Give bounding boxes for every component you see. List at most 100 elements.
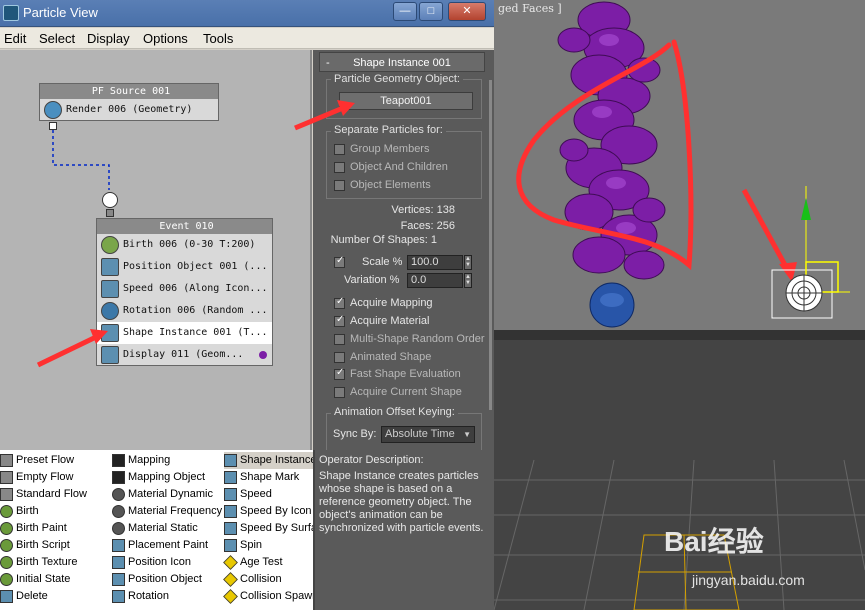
menu-options[interactable]: Options	[143, 31, 188, 46]
acquire-material-checkbox[interactable]	[334, 314, 345, 327]
annotation-arrow-viewport	[741, 188, 794, 278]
depot-item[interactable]: Position Icon	[112, 554, 222, 571]
operator-depot[interactable]: Preset Flow Empty Flow Standard Flow Bir…	[0, 450, 313, 610]
minimize-button[interactable]: —	[393, 2, 417, 21]
watermark-url: jingyan.baidu.com	[692, 572, 805, 588]
depot-item[interactable]: Birth Texture	[0, 554, 87, 571]
menu-tools[interactable]: Tools	[203, 31, 233, 46]
acquire-current-shape-checkbox[interactable]	[334, 387, 345, 398]
depot-item[interactable]: Empty Flow	[0, 469, 87, 486]
depot-item[interactable]: Birth	[0, 503, 87, 520]
flow-icon	[0, 453, 13, 467]
multi-shape-random-label: Multi-Shape Random Order	[350, 333, 485, 345]
parameters-panel: - Shape Instance 001 Particle Geometry O…	[294, 50, 494, 453]
speed-icon	[224, 487, 237, 501]
title-bar[interactable]: Particle View — □ ✕	[0, 0, 494, 27]
menu-select[interactable]: Select	[39, 31, 75, 46]
scale-checkbox[interactable]	[334, 255, 345, 268]
scale-spinner[interactable]: ▲ ▼	[464, 255, 472, 270]
fast-shape-evaluation-label: Fast Shape Evaluation	[350, 368, 461, 380]
depot-item[interactable]: Material Dynamic	[112, 486, 222, 503]
menu-edit[interactable]: Edit	[4, 31, 26, 46]
depot-item[interactable]: Birth Paint	[0, 520, 87, 537]
acquire-current-shape-label: Acquire Current Shape	[350, 386, 462, 398]
animated-shape-checkbox[interactable]	[334, 352, 345, 363]
birth-icon	[0, 538, 13, 552]
depot-item[interactable]: Material Frequency	[112, 503, 222, 520]
scale-label: Scale %	[362, 256, 403, 268]
depot-item[interactable]: Speed	[224, 486, 313, 503]
depot-item[interactable]: Age Test	[223, 554, 313, 571]
depot-item-selected[interactable]: Shape Instance	[224, 452, 313, 469]
object-and-children-checkbox[interactable]	[334, 162, 345, 173]
birth-icon	[0, 555, 13, 569]
shapes-stat: Number Of Shapes: 1	[330, 234, 437, 246]
placement-icon	[112, 538, 125, 552]
shape-icon	[224, 470, 237, 484]
pf-source-gizmo	[771, 186, 850, 319]
object-elements-label: Object Elements	[350, 179, 431, 191]
offset-group-label: Animation Offset Keying:	[331, 406, 458, 418]
scale-input[interactable]: 100.0	[407, 255, 463, 270]
depot-item[interactable]: Initial State	[0, 571, 87, 588]
viewport-scene	[516, 1, 850, 328]
depot-item[interactable]: Birth Script	[0, 537, 87, 554]
flow-graph[interactable]: PF Source 001 Render 006 (Geometry) Even…	[0, 50, 312, 450]
birth-icon	[0, 572, 13, 586]
window-title: Particle View	[23, 5, 98, 20]
flow-icon	[0, 487, 13, 501]
3d-viewport[interactable]: ged Faces ] Bai经验 jingyan.baidu.com	[494, 0, 865, 610]
depot-item[interactable]: Collision Spawn	[223, 588, 313, 605]
depot-item[interactable]: Shape Mark	[224, 469, 313, 486]
fast-shape-evaluation-checkbox[interactable]	[334, 367, 345, 380]
depot-item[interactable]: Material Static	[112, 520, 222, 537]
chevron-down-icon: ▼	[463, 430, 471, 439]
position-icon	[112, 555, 125, 569]
variation-input[interactable]: 0.0	[407, 273, 463, 288]
delete-icon	[0, 589, 13, 603]
sync-by-label: Sync By:	[333, 428, 377, 440]
app-icon	[3, 5, 19, 21]
menu-bar: Edit Select Display Options Tools	[0, 28, 494, 49]
params-scrollbar[interactable]	[489, 80, 492, 410]
perspective-grid	[494, 459, 865, 610]
menu-display[interactable]: Display	[87, 31, 130, 46]
position-icon	[112, 572, 125, 586]
depot-item[interactable]: Mapping	[112, 452, 222, 469]
animated-shape-label: Animated Shape	[350, 351, 432, 363]
depot-item[interactable]: Speed By Icon	[224, 503, 313, 520]
depot-item[interactable]: Speed By Surfa	[224, 520, 313, 537]
mapping-icon	[112, 470, 125, 484]
watermark-brand: Bai经验	[664, 526, 764, 557]
material-icon	[112, 487, 125, 501]
depot-item[interactable]: Standard Flow	[0, 486, 87, 503]
annotation-arrow-params	[294, 100, 355, 131]
viewport-perspective[interactable]	[494, 340, 865, 610]
viewport-divider	[494, 330, 865, 340]
depot-item[interactable]: Delete	[0, 588, 87, 605]
variation-spinner[interactable]: ▲ ▼	[464, 273, 472, 288]
depot-item[interactable]: Preset Flow	[0, 452, 87, 469]
particle-view-window: Particle View — □ ✕ Edit Select Display …	[0, 0, 494, 610]
shape-instance-icon	[224, 453, 237, 467]
close-button[interactable]: ✕	[448, 2, 486, 21]
test-icon	[223, 554, 238, 570]
acquire-material-label: Acquire Material	[350, 315, 430, 327]
depot-item[interactable]: Rotation	[112, 588, 222, 605]
description-title: Operator Description:	[319, 454, 424, 466]
maximize-button[interactable]: □	[419, 2, 443, 21]
multi-shape-random-checkbox[interactable]	[334, 334, 345, 345]
depot-item[interactable]: Collision	[223, 571, 313, 588]
depot-item[interactable]: Mapping Object	[112, 469, 222, 486]
depot-item[interactable]: Spin	[224, 537, 313, 554]
faces-stat: Faces: 256	[400, 220, 455, 232]
rotation-icon	[112, 589, 125, 603]
depot-item[interactable]: Placement Paint	[112, 537, 222, 554]
speed-icon	[224, 521, 237, 535]
sync-by-dropdown[interactable]: Absolute Time ▼	[381, 426, 475, 443]
depot-item[interactable]: Position Object	[112, 571, 222, 588]
variation-label: Variation %	[344, 274, 400, 286]
acquire-mapping-checkbox[interactable]	[334, 296, 345, 309]
description-text: Shape Instance creates particles whose s…	[319, 470, 484, 534]
object-elements-checkbox[interactable]	[334, 180, 345, 191]
